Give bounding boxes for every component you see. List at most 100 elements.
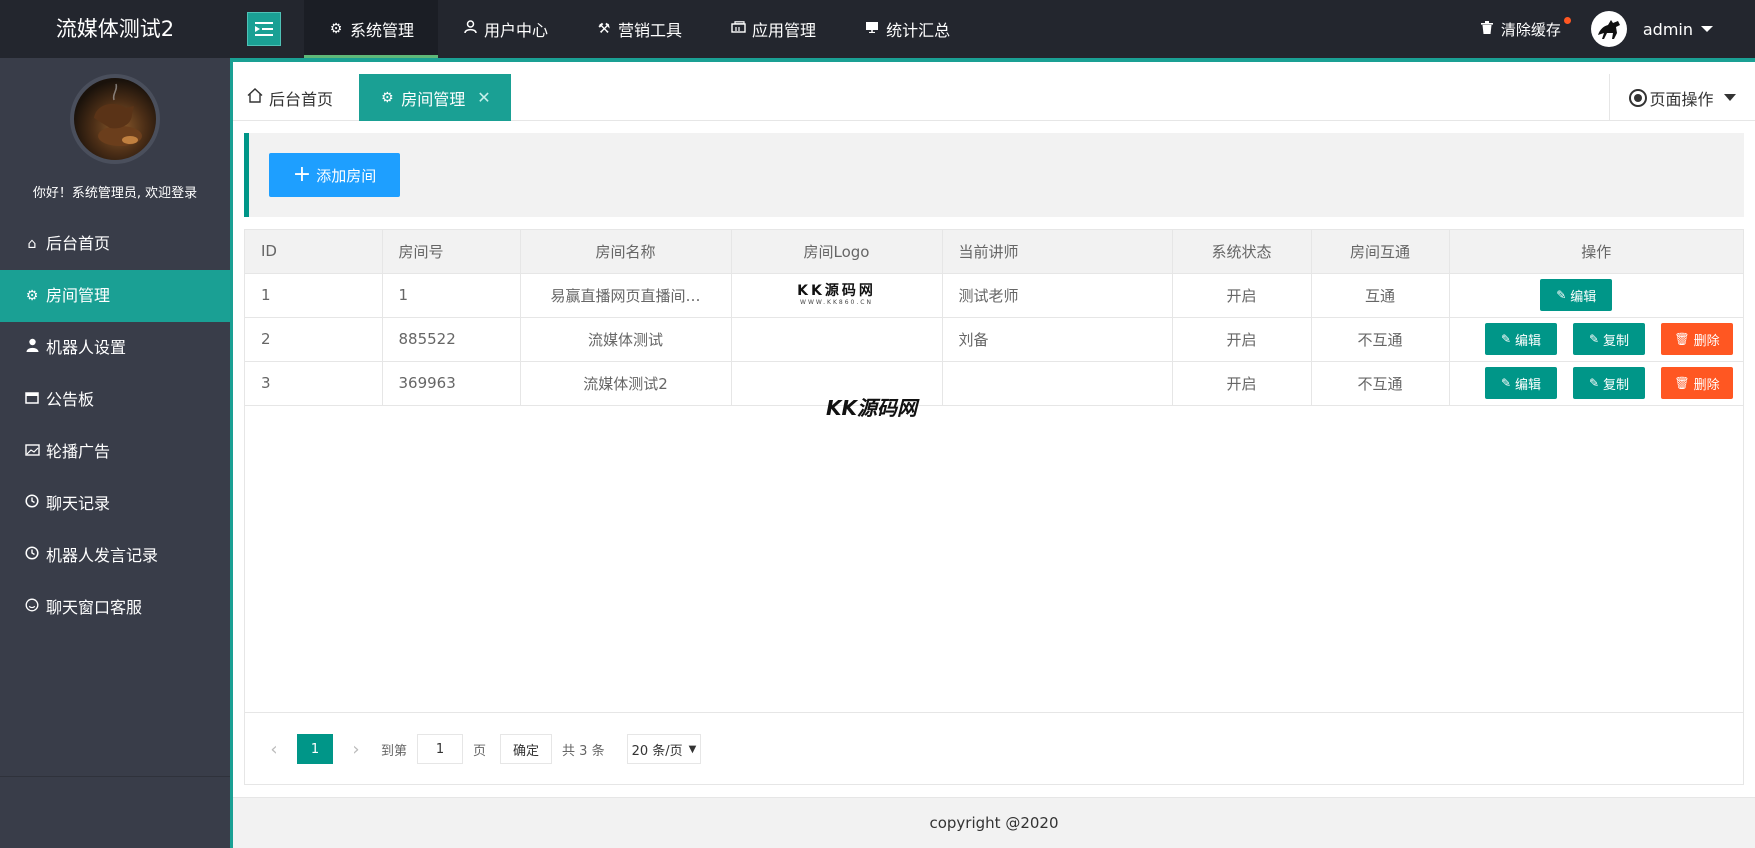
cell-room-no: 1 [382, 273, 521, 318]
topnav-marketing-tools[interactable]: ⚒ 营销工具 [572, 0, 706, 58]
user-icon [462, 20, 478, 38]
edit-button[interactable]: ✎ 编辑 [1485, 367, 1557, 399]
sidebar-toggle-button[interactable] [247, 12, 281, 46]
smile-icon [24, 582, 40, 634]
tab-dashboard[interactable]: 后台首页 [247, 74, 333, 121]
delete-button[interactable]: 🗑 删除 [1661, 323, 1733, 355]
sidebar-item-label: 机器人发言记录 [46, 546, 159, 565]
topnav-system-management[interactable]: ⚙ 系统管理 [304, 0, 439, 58]
cell-id: 2 [245, 317, 383, 362]
top-nav: ⚙ 系统管理 用户中心 ⚒ 营销工具 应用管理 统计汇总 [304, 0, 974, 58]
column-header-room-no[interactable]: 房间号 [382, 230, 521, 274]
add-room-button[interactable]: + 添加房间 [269, 153, 400, 197]
confirm-button[interactable]: 确定 [500, 734, 553, 764]
home-icon [247, 88, 263, 107]
per-page-select[interactable]: 20 条/页 ▼ [626, 734, 702, 764]
topnav-label: 统计汇总 [886, 21, 951, 40]
pencil-icon: ✎ [1500, 332, 1512, 346]
gear-icon: ⚙ [25, 288, 39, 304]
cell-actions: ✎ 编辑 ✎ 复制 🗑 删除 [1449, 317, 1743, 362]
sidebar-divider [0, 776, 230, 777]
sidebar-item-label: 公告板 [46, 390, 95, 409]
column-header-status[interactable]: 系统状态 [1172, 230, 1312, 274]
caret-down-icon [1701, 26, 1713, 32]
copyright-text: copyright @2020 [929, 814, 1059, 832]
topnav-label: 用户中心 [484, 21, 549, 40]
sidebar-item-room-management[interactable]: ⚙ 房间管理 [0, 270, 230, 322]
edit-label: 编辑 [1515, 377, 1542, 393]
cell-room-name: 易赢直播网页直播间… [520, 273, 732, 318]
plus-icon: + [292, 162, 312, 187]
profile-panel: 你好！系统管理员, 欢迎登录 [0, 58, 230, 202]
gear-icon: ⚙ [329, 21, 343, 37]
cell-interconnect: 不互通 [1311, 361, 1450, 406]
sidebar-item-label: 轮播广告 [46, 442, 111, 461]
column-header-teacher[interactable]: 当前讲师 [942, 230, 1173, 274]
sidebar: 你好！系统管理员, 欢迎登录 ⌂ 后台首页 ⚙ 房间管理 机器人设置 公告板 轮… [0, 58, 233, 848]
board-icon [24, 374, 40, 426]
trash-icon [1479, 20, 1495, 38]
welcome-text: 你好！系统管理员, 欢迎登录 [32, 186, 198, 201]
sidebar-item-bulletin-board[interactable]: 公告板 [0, 374, 230, 426]
page-label: 页 [473, 743, 487, 759]
table-row: 2 885522 流媒体测试 刘备 开启 不互通 ✎ 编辑 ✎ 复制 🗑 删除 [245, 317, 1743, 362]
chevron-down-icon: ▼ [688, 743, 697, 755]
tab-room-management[interactable]: ⚙ 房间管理 ✕ [359, 74, 511, 121]
goto-label: 到第 [381, 743, 408, 759]
sidebar-item-robot-settings[interactable]: 机器人设置 [0, 322, 230, 374]
topnav-user-center[interactable]: 用户中心 [438, 0, 572, 58]
tab-label: 后台首页 [269, 89, 334, 109]
table-header-row: ID 房间号 房间名称 房间Logo 当前讲师 系统状态 房间互通 操作 [245, 230, 1743, 274]
profile-avatar [70, 74, 160, 164]
main-content: + 添加房间 ID 房间号 房间名称 房间Logo 当前讲师 系统状态 房间互通… [233, 121, 1755, 797]
cell-id: 3 [245, 361, 383, 406]
column-header-id[interactable]: ID [245, 230, 383, 274]
sidebar-item-chat-records[interactable]: 聊天记录 [0, 478, 230, 530]
menu-collapse-icon [255, 22, 273, 36]
tab-label: 房间管理 [401, 89, 466, 109]
sidebar-item-label: 房间管理 [46, 286, 111, 305]
goto-page-input[interactable] [417, 734, 464, 764]
page-operations-dropdown[interactable]: 页面操作 [1609, 74, 1755, 121]
clock-icon [24, 530, 40, 582]
room-table: ID 房间号 房间名称 房间Logo 当前讲师 系统状态 房间互通 操作 1 1… [244, 229, 1744, 785]
cell-teacher [942, 361, 1173, 406]
sidebar-item-carousel-ads[interactable]: 轮播广告 [0, 426, 230, 478]
caret-down-icon [1723, 94, 1736, 101]
clear-cache-button[interactable]: 清除缓存 [1479, 16, 1571, 40]
cell-interconnect: 互通 [1311, 273, 1450, 318]
copy-button[interactable]: ✎ 复制 [1573, 323, 1645, 355]
column-header-room-name[interactable]: 房间名称 [520, 230, 732, 274]
delete-label: 删除 [1693, 377, 1720, 393]
image-icon [24, 426, 40, 478]
room-logo-image: KK源码网 WWW.KK860.CN [797, 283, 876, 306]
close-icon[interactable]: ✕ [477, 88, 490, 107]
topnav-statistics[interactable]: 统计汇总 [840, 0, 974, 58]
app-title: 流媒体测试2 [55, 17, 175, 41]
prev-page-icon[interactable]: ‹ [259, 739, 289, 760]
user-menu[interactable]: admin [1590, 11, 1713, 47]
sidebar-item-chat-window-service[interactable]: 聊天窗口客服 [0, 582, 230, 634]
cell-status: 开启 [1172, 361, 1312, 406]
edit-button[interactable]: ✎ 编辑 [1540, 279, 1613, 311]
page-1-button[interactable]: 1 [297, 734, 333, 764]
clock-icon [24, 478, 40, 530]
total-count: 共 3 条 [562, 743, 605, 759]
column-header-room-logo[interactable]: 房间Logo [731, 230, 943, 274]
delete-button[interactable]: 🗑 删除 [1661, 367, 1733, 399]
cell-actions: ✎ 编辑 [1449, 273, 1743, 318]
edit-button[interactable]: ✎ 编辑 [1485, 323, 1557, 355]
next-page-icon[interactable]: › [341, 739, 371, 760]
delete-label: 删除 [1693, 333, 1720, 349]
home-icon: ⌂ [27, 236, 37, 252]
cell-room-name: 流媒体测试 [520, 317, 732, 362]
notification-dot [1563, 16, 1571, 24]
username: admin [1642, 19, 1693, 39]
topnav-app-management[interactable]: 应用管理 [706, 0, 840, 58]
sidebar-item-dashboard[interactable]: ⌂ 后台首页 [0, 218, 230, 270]
copy-button[interactable]: ✎ 复制 [1573, 367, 1645, 399]
sidebar-item-robot-speech-records[interactable]: 机器人发言记录 [0, 530, 230, 582]
column-header-interconnect[interactable]: 房间互通 [1311, 230, 1450, 274]
add-room-label: 添加房间 [316, 166, 377, 185]
stats-icon [864, 21, 880, 37]
